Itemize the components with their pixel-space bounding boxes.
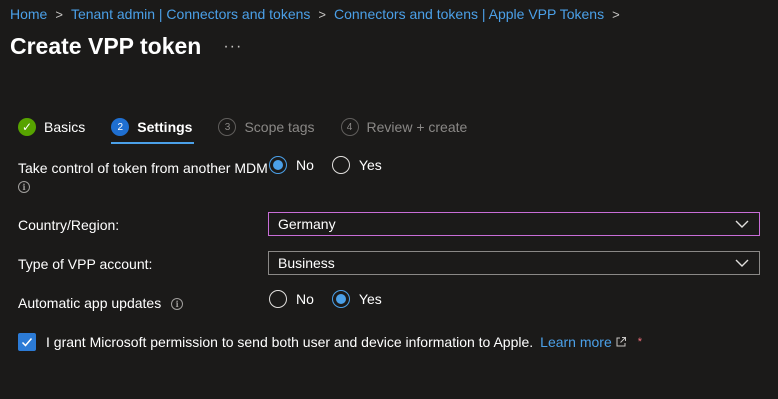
step-scope-tags[interactable]: 3 Scope tags [218,118,315,136]
more-options-button[interactable]: ··· [223,38,242,56]
take-control-label: Take control of token from another MDM i [18,160,268,194]
step-label: Scope tags [244,119,315,135]
title-row: Create VPP token ··· [10,33,242,60]
auto-updates-label-text: Automatic app updates [18,295,162,311]
breadcrumb-home[interactable]: Home [10,6,47,22]
checkmark-icon [21,338,33,347]
page-title: Create VPP token [10,33,202,59]
wizard-steps: ✓ Basics 2 Settings 3 Scope tags 4 Revie… [18,117,493,144]
take-control-label-text: Take control of token from another MDM [18,160,268,176]
step-label: Review + create [366,119,468,135]
learn-more-label: Learn more [540,334,612,350]
account-type-select[interactable]: Business [268,251,760,275]
auto-updates-no-option[interactable]: No [269,290,314,308]
step-number: 4 [340,118,359,136]
checkmark-icon: ✓ [18,118,36,136]
step-number: 2 [111,118,130,136]
breadcrumb-separator: > [318,6,326,22]
step-settings[interactable]: 2 Settings [111,118,195,144]
take-control-radio-group: No Yes [269,156,400,174]
consent-text: I grant Microsoft permission to send bot… [46,334,534,350]
radio-unselected-icon[interactable] [331,156,350,174]
breadcrumb-tenant-admin[interactable]: Tenant admin | Connectors and tokens [71,6,310,22]
radio-selected-icon[interactable] [331,290,350,308]
breadcrumb-vpp-tokens[interactable]: Connectors and tokens | Apple VPP Tokens [334,6,604,22]
country-label: Country/Region: [18,217,120,233]
step-basics[interactable]: ✓ Basics [18,118,85,136]
account-type-value: Business [278,255,335,271]
info-icon[interactable]: i [18,181,30,194]
learn-more-link[interactable]: Learn more [540,334,627,350]
breadcrumb-separator: > [612,6,620,22]
auto-updates-radio-group: No Yes [269,290,400,308]
info-icon[interactable]: i [171,298,184,311]
country-value: Germany [278,216,336,232]
step-number: 3 [218,118,237,136]
radio-label: No [296,291,314,307]
auto-updates-yes-option[interactable]: Yes [331,290,382,308]
breadcrumb: Home > Tenant admin | Connectors and tok… [10,6,620,22]
step-label: Settings [137,119,193,135]
external-link-icon [616,337,626,347]
take-control-yes-option[interactable]: Yes [331,156,382,174]
country-select[interactable]: Germany [268,212,760,236]
account-type-label: Type of VPP account: [18,256,153,272]
radio-label: No [296,157,314,173]
radio-selected-icon[interactable] [269,156,287,174]
breadcrumb-separator: > [55,6,63,22]
auto-updates-label: Automatic app updates i [18,295,184,311]
radio-label: Yes [358,157,382,173]
take-control-no-option[interactable]: No [269,156,314,174]
step-review-create[interactable]: 4 Review + create [340,118,468,136]
chevron-down-icon [735,220,749,228]
chevron-down-icon [735,259,749,267]
required-asterisk: * [637,336,643,348]
radio-label: Yes [358,291,382,307]
radio-unselected-icon[interactable] [269,290,287,308]
step-label: Basics [44,119,86,135]
consent-row: I grant Microsoft permission to send bot… [18,333,642,351]
consent-checkbox[interactable] [18,333,36,351]
